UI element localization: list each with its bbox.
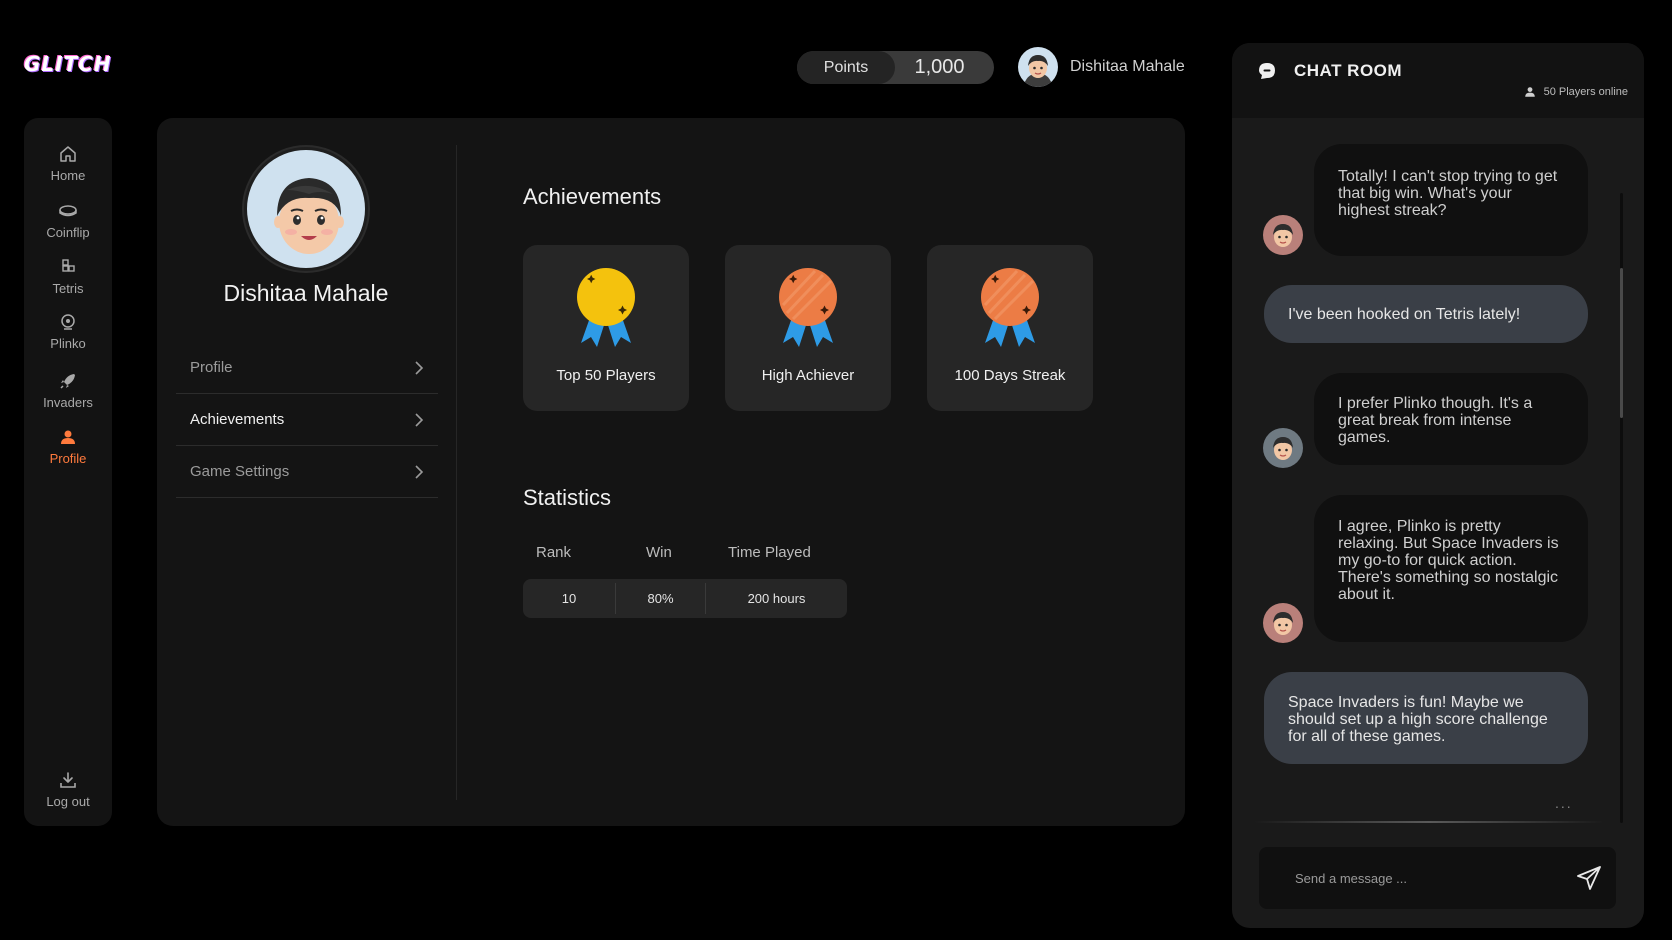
gold-medal-icon [577, 268, 635, 347]
badge-card[interactable]: Top 50 Players [523, 245, 689, 411]
menu-item-label: Achievements [190, 411, 285, 428]
achievements-title: Achievements [523, 184, 662, 209]
chat-scrollbar-thumb[interactable] [1620, 268, 1623, 418]
user-name[interactable]: Dishitaa Mahale [1070, 58, 1185, 76]
chat-message: I agree, Plinko is pretty relaxing. But … [1314, 495, 1588, 642]
badge-card[interactable]: High Achiever [725, 245, 891, 411]
message-input[interactable] [1295, 865, 1565, 891]
chat-header: CHAT ROOM 50 Players online [1232, 43, 1644, 118]
chat-room-panel: CHAT ROOM 50 Players online Totally! I c… [1232, 43, 1644, 928]
profile-avatar [244, 147, 368, 271]
chat-avatar [1263, 603, 1303, 643]
user-icon [1524, 87, 1535, 97]
stats-win-value: 80% [647, 591, 674, 606]
sidebar-item-invaders[interactable]: Invaders [24, 371, 112, 410]
badge-label: Top 50 Players [556, 367, 656, 384]
bronze-medal-icon [981, 268, 1039, 347]
menu-item-label: Game Settings [190, 463, 290, 480]
stats-header-time: Time Played [728, 544, 811, 561]
points-label: Points [797, 51, 895, 84]
chat-message: I prefer Plinko though. It's a great bre… [1314, 373, 1588, 465]
chat-avatar [1263, 428, 1303, 468]
sidebar-item-label: Tetris [52, 281, 84, 296]
badge-label: High Achiever [761, 367, 855, 384]
profile-menu: Profile Achievements Game Settings [176, 342, 438, 498]
sidebar-item-coinflip[interactable]: Coinflip [24, 201, 112, 240]
plinko-icon [61, 314, 75, 330]
players-online-label: 50 Players online [1543, 86, 1628, 98]
chat-icon [1259, 63, 1275, 79]
chat-message: Totally! I can't stop trying to get that… [1314, 144, 1588, 256]
sidebar-item-label: Invaders [43, 395, 93, 410]
logout-icon [60, 772, 76, 788]
points-value: 1,000 [914, 56, 965, 78]
badge-label: 100 Days Streak [954, 367, 1066, 384]
home-icon [60, 146, 76, 162]
menu-item-label: Profile [190, 359, 233, 376]
sidebar-item-label: Coinflip [46, 225, 90, 240]
tetris-icon [62, 259, 75, 272]
sidebar-item-label: Plinko [50, 336, 86, 351]
top-user-menu[interactable]: Dishitaa Mahale [1018, 47, 1185, 87]
logout-label: Log out [46, 794, 90, 809]
badge-card[interactable]: 100 Days Streak [927, 245, 1093, 411]
chat-message-own: I've been hooked on Tetris lately! [1264, 285, 1588, 343]
app-logo: GLITCH [24, 52, 112, 76]
sidebar-item-profile[interactable]: Profile [24, 427, 112, 466]
chevron-right-icon [415, 412, 424, 427]
chevron-right-icon [415, 464, 424, 479]
user-avatar[interactable] [1018, 47, 1058, 87]
chat-avatar [1263, 215, 1303, 255]
chat-divider [1254, 821, 1604, 823]
stats-time-value: 200 hours [747, 591, 806, 606]
panel-divider [456, 145, 457, 800]
chat-title: CHAT ROOM [1294, 61, 1403, 80]
stats-header-rank: Rank [536, 544, 572, 561]
sidebar-item-tetris[interactable]: Tetris [24, 257, 112, 296]
sidebar-item-home[interactable]: Home [24, 144, 112, 183]
players-online: 50 Players online [1524, 86, 1628, 98]
sidebar-item-label: Profile [49, 451, 87, 466]
menu-item-achievements[interactable]: Achievements [176, 394, 438, 446]
chat-message-own: Space Invaders is fun! Maybe we should s… [1264, 672, 1588, 764]
user-icon [61, 430, 75, 444]
chevron-right-icon [415, 360, 424, 375]
sidebar-item-plinko[interactable]: Plinko [24, 312, 112, 351]
sidebar-item-label: Home [50, 168, 86, 183]
profile-name: Dishitaa Mahale [223, 280, 389, 306]
menu-item-game-settings[interactable]: Game Settings [176, 446, 438, 498]
rocket-icon [60, 374, 75, 389]
stats-row: 10 80% 200 hours [523, 579, 847, 618]
coin-icon [59, 205, 77, 217]
send-icon[interactable] [1576, 865, 1602, 891]
points-display: Points 1,000 [797, 51, 994, 84]
chat-input-box [1259, 847, 1616, 909]
statistics-title: Statistics [523, 485, 612, 510]
stats-rank-value: 10 [561, 591, 577, 606]
menu-item-profile[interactable]: Profile [176, 342, 438, 394]
sidebar-nav: Home Coinflip Tetris Plinko Invaders Pro… [24, 118, 112, 826]
bronze-medal-icon [779, 268, 837, 347]
typing-indicator: ... [1555, 795, 1573, 811]
logout-button[interactable]: Log out [24, 770, 112, 809]
stats-header-win: Win [646, 544, 672, 561]
